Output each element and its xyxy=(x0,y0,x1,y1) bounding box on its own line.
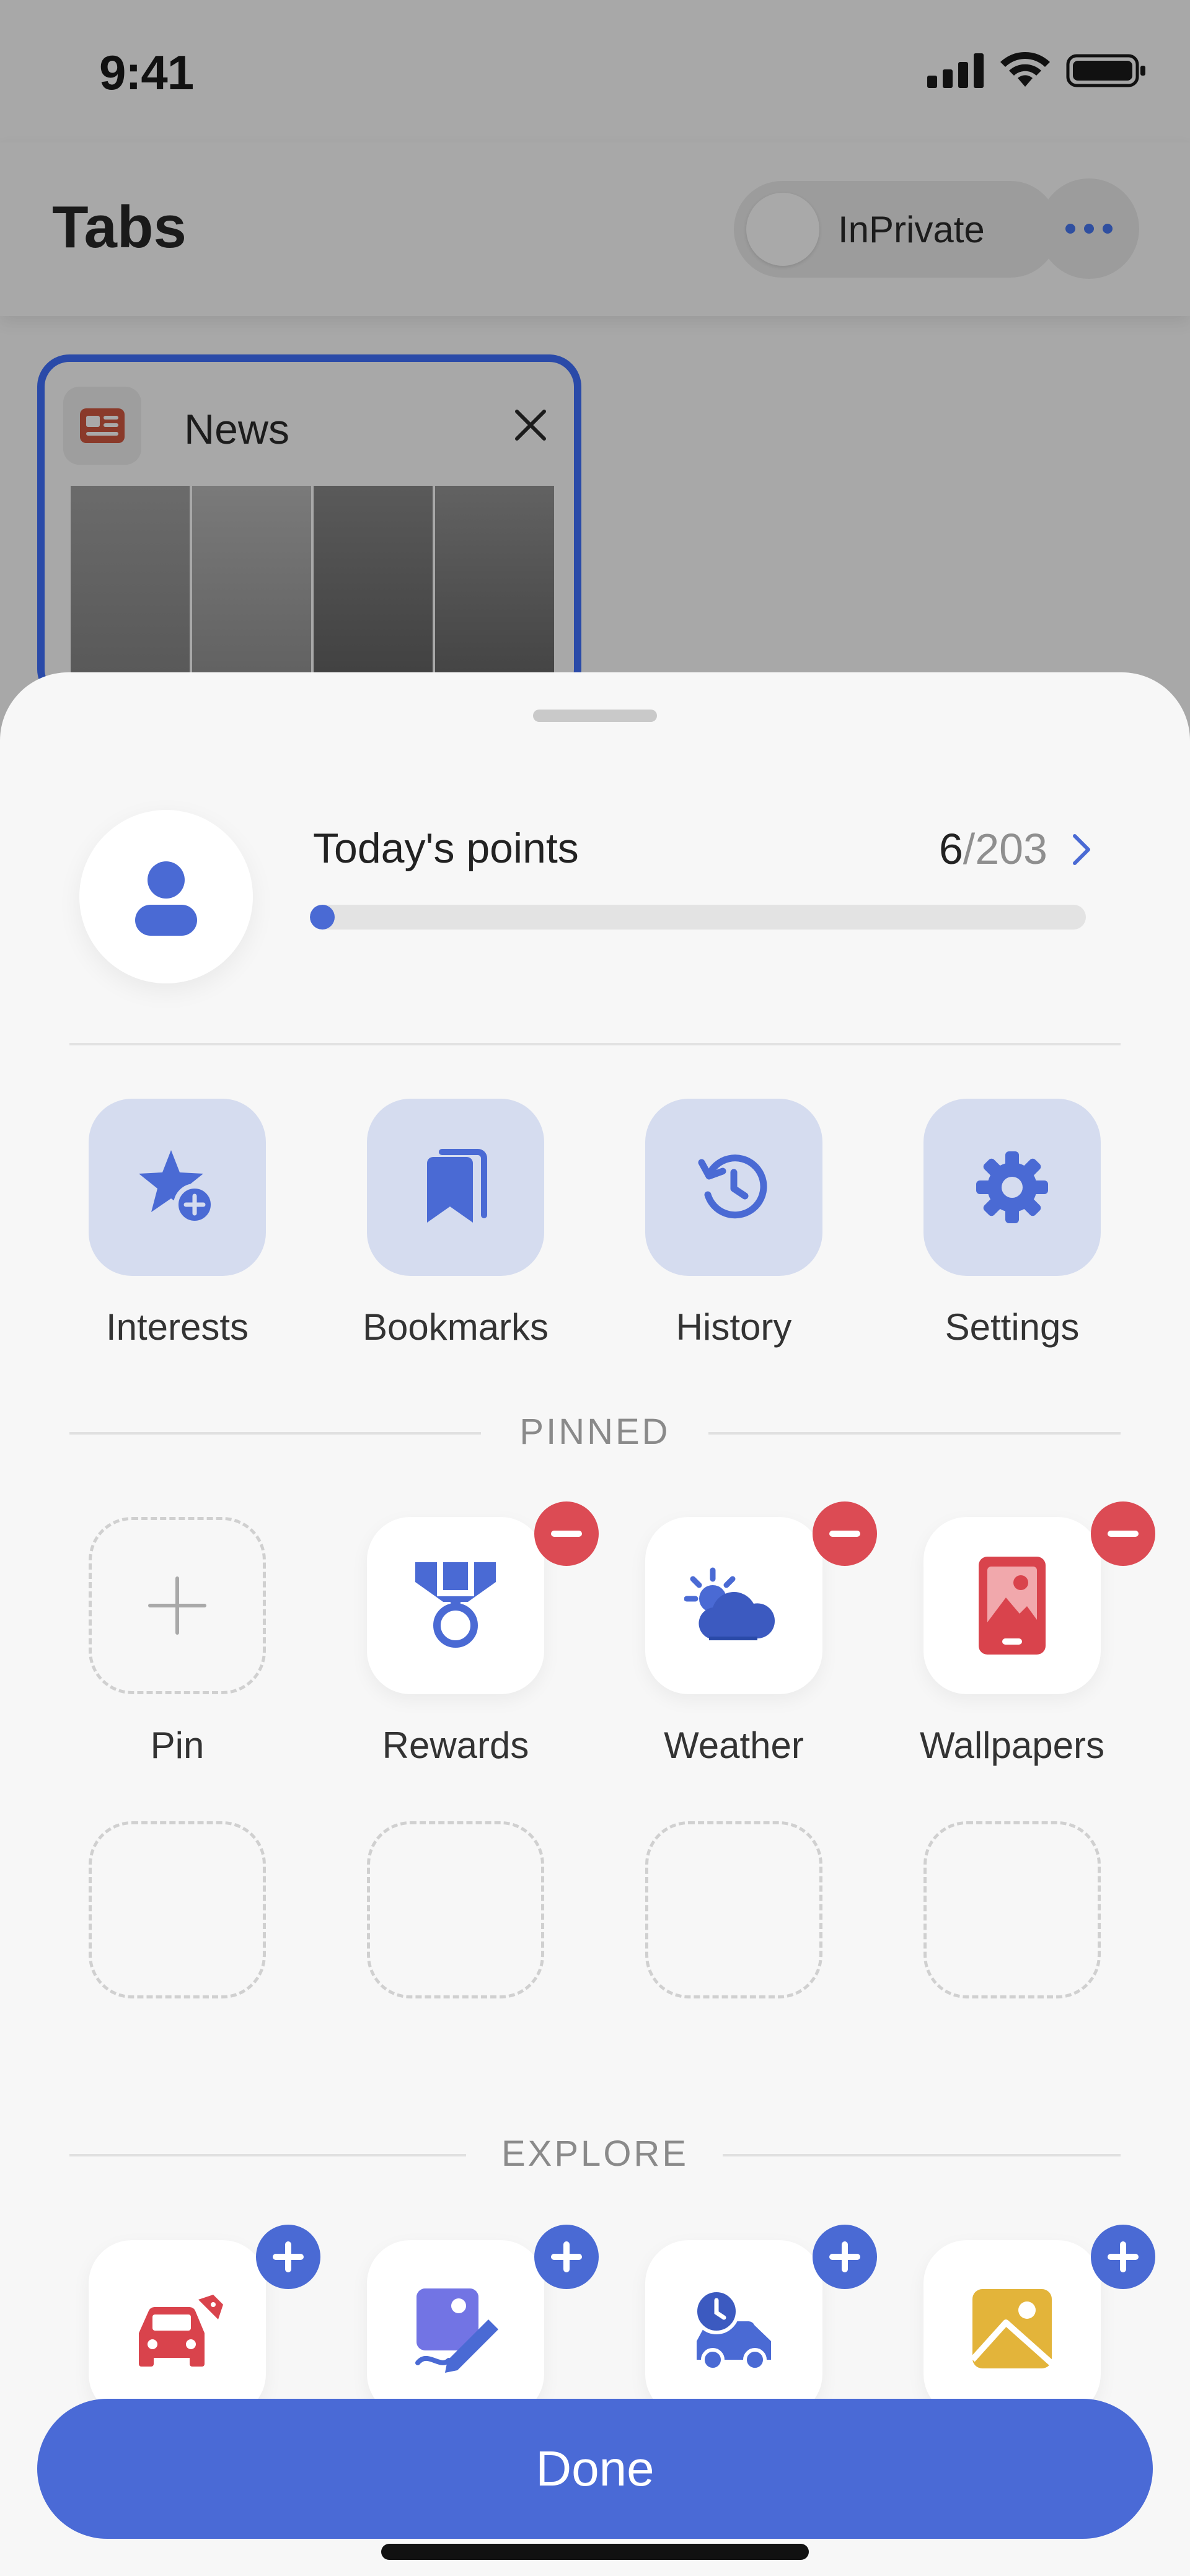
signal-icon xyxy=(927,53,984,88)
thumbnail-photo xyxy=(192,486,311,694)
done-button[interactable]: Done xyxy=(37,2399,1153,2539)
explore-image-edit-tile[interactable] xyxy=(367,2240,544,2417)
history-button[interactable] xyxy=(645,1099,822,1276)
thumbnail-photo xyxy=(314,486,433,694)
bookmarks-label: Bookmarks xyxy=(362,1306,549,1348)
minus-icon xyxy=(829,1531,860,1537)
more-dot xyxy=(1103,224,1113,234)
add-explore-badge[interactable] xyxy=(534,2225,599,2289)
tab-thumbnail xyxy=(71,486,554,694)
divider xyxy=(723,2154,1121,2156)
pin-label: Pin xyxy=(150,1725,205,1766)
person-icon xyxy=(135,861,197,936)
status-icons xyxy=(927,52,1147,89)
news-favicon xyxy=(63,387,141,465)
remove-wallpapers-badge[interactable] xyxy=(1091,1501,1155,1566)
points-label: Today's points xyxy=(313,825,579,872)
gear-icon xyxy=(976,1151,1048,1223)
weather-label: Weather xyxy=(664,1725,804,1766)
plus-icon xyxy=(563,2241,570,2272)
minus-icon xyxy=(551,1531,582,1537)
bookmark-icon xyxy=(427,1149,487,1223)
history-label: History xyxy=(676,1306,792,1348)
empty-pin-slot[interactable] xyxy=(923,1821,1101,1998)
explore-car-deals-tile[interactable] xyxy=(89,2240,266,2417)
points-total: /203 xyxy=(963,825,1047,873)
interests-label: Interests xyxy=(105,1306,249,1348)
chevron-right-icon[interactable] xyxy=(1066,831,1097,868)
plus-icon xyxy=(285,2241,291,2272)
divider xyxy=(708,1432,1121,1435)
remove-weather-badge[interactable] xyxy=(813,1501,877,1566)
profile-avatar[interactable] xyxy=(79,810,253,983)
close-tab-icon[interactable] xyxy=(512,407,549,444)
divider xyxy=(69,1043,1121,1045)
more-dot xyxy=(1084,224,1094,234)
car-schedule-icon xyxy=(694,2288,771,2372)
rewards-label: Rewards xyxy=(382,1725,529,1766)
plus-icon xyxy=(1120,2241,1126,2272)
sheet-grabber[interactable] xyxy=(533,710,657,722)
add-explore-badge[interactable] xyxy=(1091,2225,1155,2289)
plus-icon xyxy=(842,2241,848,2272)
tabs-screen: 9:41 Tabs InPrivate News Today's points … xyxy=(0,0,1190,2576)
minus-icon xyxy=(1108,1531,1139,1537)
status-time: 9:41 xyxy=(99,45,194,100)
pinned-section-header: PINNED xyxy=(0,1409,1190,1458)
explore-car-schedule-tile[interactable] xyxy=(645,2240,822,2417)
status-bar: 9:41 xyxy=(0,0,1190,143)
battery-icon xyxy=(1066,54,1145,87)
home-indicator xyxy=(381,2544,809,2560)
pin-button[interactable] xyxy=(89,1517,266,1694)
history-icon xyxy=(698,1154,767,1219)
points-progress-fill xyxy=(310,905,335,930)
rewards-tile[interactable] xyxy=(367,1517,544,1694)
bookmarks-button[interactable] xyxy=(367,1099,544,1276)
inprivate-toggle[interactable]: InPrivate xyxy=(734,181,1059,278)
wifi-icon xyxy=(1000,52,1050,87)
settings-button[interactable] xyxy=(923,1099,1101,1276)
bottom-sheet: Today's points 6/203 Interests Bookmarks… xyxy=(0,672,1190,2576)
tab-card-news[interactable]: News xyxy=(37,354,581,701)
more-dot xyxy=(1065,224,1075,234)
tab-card-header: News xyxy=(45,362,574,486)
weather-tile[interactable] xyxy=(645,1517,822,1694)
thumbnail-photo xyxy=(435,486,554,694)
settings-label: Settings xyxy=(945,1306,1080,1348)
points-current: 6 xyxy=(938,825,963,873)
more-options-button[interactable] xyxy=(1039,178,1139,279)
car-deal-icon xyxy=(139,2295,223,2367)
weather-icon xyxy=(684,1567,775,1640)
newspaper-icon xyxy=(80,408,125,443)
remove-rewards-badge[interactable] xyxy=(534,1501,599,1566)
interests-button[interactable] xyxy=(89,1099,266,1276)
plus-icon xyxy=(148,1576,206,1635)
add-explore-badge[interactable] xyxy=(813,2225,877,2289)
inprivate-label: InPrivate xyxy=(838,208,985,250)
medal-icon xyxy=(415,1562,496,1648)
image-icon xyxy=(970,2289,1054,2368)
points-progress-bar xyxy=(310,905,1086,930)
image-edit-icon xyxy=(415,2288,498,2373)
star-plus-icon xyxy=(139,1150,216,1226)
empty-pin-slot[interactable] xyxy=(367,1821,544,1998)
explore-image-tile[interactable] xyxy=(923,2240,1101,2417)
empty-pin-slot[interactable] xyxy=(89,1821,266,1998)
explore-section-header: EXPLORE xyxy=(0,2130,1190,2180)
wallpapers-label: Wallpapers xyxy=(920,1725,1104,1766)
add-explore-badge[interactable] xyxy=(256,2225,320,2289)
page-title: Tabs xyxy=(52,194,187,260)
thumbnail-photo xyxy=(71,486,190,694)
wallpapers-tile[interactable] xyxy=(923,1517,1101,1694)
wallpaper-icon xyxy=(979,1557,1046,1655)
toggle-knob xyxy=(746,193,819,266)
tab-title: News xyxy=(184,406,290,453)
empty-pin-slot[interactable] xyxy=(645,1821,822,1998)
points-value[interactable]: 6/203 xyxy=(939,824,1047,874)
tabs-header: Tabs InPrivate xyxy=(0,143,1190,316)
